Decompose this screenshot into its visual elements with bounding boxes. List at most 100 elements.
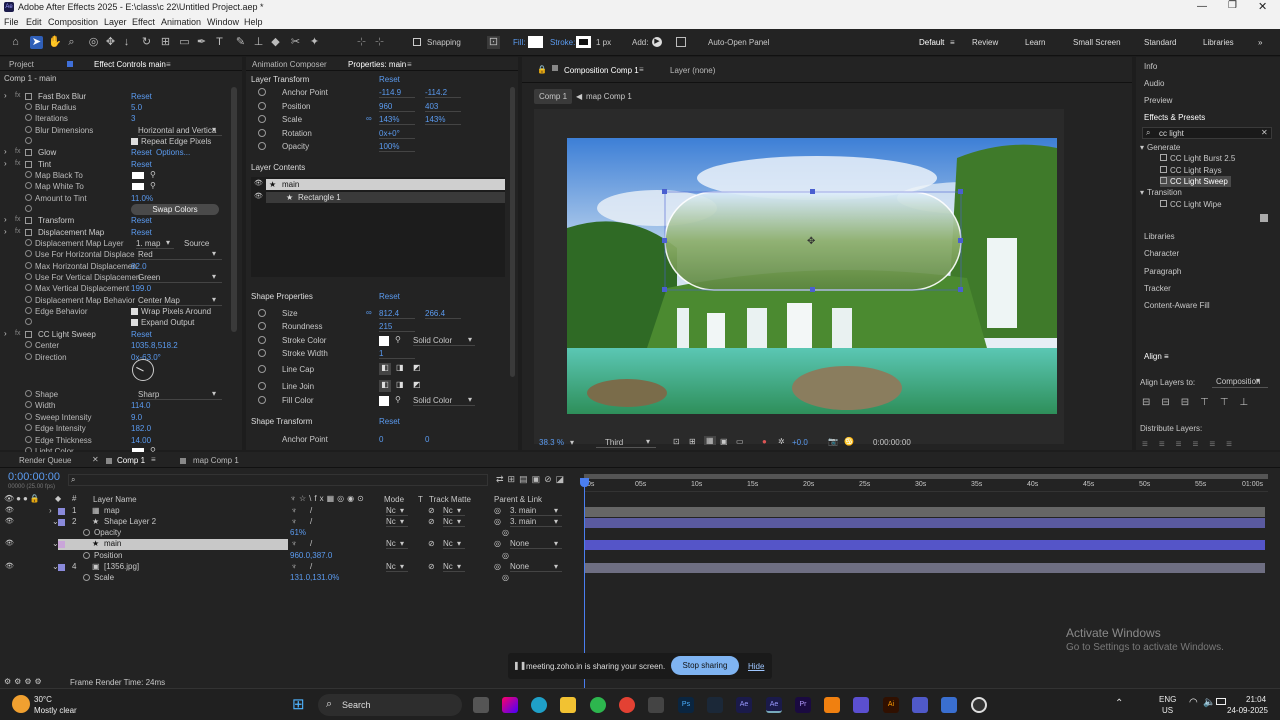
- layer-duration-bar[interactable]: [585, 563, 1265, 573]
- expression-pickwhip-icon[interactable]: ◎: [502, 528, 509, 537]
- fx-icon[interactable]: fx: [15, 228, 23, 235]
- right-panel-item[interactable]: Content-Aware Fill: [1144, 300, 1210, 311]
- shape-anchor-x[interactable]: 0: [379, 434, 383, 445]
- effect-value[interactable]: 5.0: [131, 102, 142, 113]
- effect-value[interactable]: Red: [138, 249, 222, 260]
- layer-duration-bar[interactable]: [585, 518, 1265, 528]
- properties-scrollbar[interactable]: [510, 87, 515, 377]
- stopwatch-icon[interactable]: [25, 436, 32, 443]
- exposure-value[interactable]: +0.0: [792, 438, 808, 447]
- effect-value[interactable]: 114.0: [131, 400, 150, 411]
- zoom-tool-icon[interactable]: ⌕: [65, 36, 78, 49]
- effects-search[interactable]: ⌕ cc light ✕: [1142, 127, 1272, 139]
- stopwatch-icon[interactable]: [258, 396, 266, 404]
- stopwatch-icon[interactable]: [25, 273, 32, 280]
- effect-name[interactable]: Displacement Map Layer: [35, 238, 123, 249]
- stopwatch-icon[interactable]: [258, 101, 266, 110]
- close-icon[interactable]: ✕: [1258, 0, 1267, 13]
- stopwatch-icon[interactable]: [258, 142, 266, 150]
- wifi-icon[interactable]: ◠: [1189, 697, 1198, 708]
- label-color[interactable]: [58, 541, 65, 548]
- menu-edit[interactable]: Edit: [26, 17, 42, 27]
- tab-comp1-timeline[interactable]: Comp 1: [117, 456, 145, 465]
- color-swatch[interactable]: [379, 396, 389, 406]
- stopwatch-icon[interactable]: [258, 309, 266, 317]
- new-preset-icon[interactable]: [1260, 214, 1268, 222]
- label-color[interactable]: [58, 508, 65, 515]
- color-type-dropdown[interactable]: Solid Color: [413, 395, 475, 406]
- timeline-switches[interactable]: ⇄⊞▤▣⊘◪: [496, 474, 574, 486]
- stroke-swatch[interactable]: [576, 36, 591, 48]
- matte-link-icon[interactable]: ⊘: [428, 517, 435, 526]
- transform-prop-x[interactable]: 0x+0°: [379, 128, 415, 139]
- shape-prop-v1[interactable]: 812.4: [379, 308, 415, 319]
- premiere-icon[interactable]: Pr: [795, 697, 811, 713]
- task-view-icon[interactable]: [473, 697, 489, 713]
- transform-prop-y[interactable]: -114.2: [425, 87, 461, 98]
- shape-prop-v1[interactable]: 215: [379, 321, 415, 332]
- fx-icon[interactable]: fx: [15, 216, 23, 223]
- property-value[interactable]: 960.0,387.0: [290, 551, 332, 560]
- photoshop-icon[interactable]: Ps: [678, 697, 694, 713]
- shy-switch-icon[interactable]: ♆: [291, 539, 297, 548]
- effect-value[interactable]: Swap Colors: [131, 204, 219, 215]
- pickwhip-icon[interactable]: ◎: [494, 506, 501, 515]
- stopwatch-icon[interactable]: [25, 137, 32, 144]
- panel-menu-icon[interactable]: ≡: [166, 60, 171, 69]
- stopwatch-icon[interactable]: [25, 284, 32, 291]
- label-color[interactable]: [58, 519, 65, 526]
- effect-value[interactable]: Reset: [131, 91, 152, 102]
- zoom-dropdown-icon[interactable]: ▾: [570, 438, 574, 447]
- effect-value[interactable]: 1035.8,518.2: [131, 340, 178, 351]
- eyedropper-icon[interactable]: ⚲: [150, 181, 156, 190]
- effect-value[interactable]: 11.0%: [131, 193, 153, 204]
- link-icon[interactable]: ∞: [366, 114, 372, 123]
- pickwhip-icon[interactable]: ◎: [494, 517, 501, 526]
- fx-icon[interactable]: fx: [15, 92, 23, 99]
- tray-chevron-icon[interactable]: ⌃: [1115, 698, 1123, 709]
- weather-icon[interactable]: [12, 695, 30, 713]
- stopwatch-icon[interactable]: [25, 171, 32, 178]
- brush-tool-icon[interactable]: ✎: [234, 36, 247, 49]
- effect-value[interactable]: 199.0: [131, 283, 151, 294]
- effect-tree-category[interactable]: ▾ Generate: [1140, 142, 1180, 153]
- tab-properties-main[interactable]: Properties: main: [348, 60, 406, 69]
- line-style-icon[interactable]: ◨: [396, 363, 404, 372]
- visibility-eye-icon[interactable]: 👁: [254, 192, 263, 200]
- checkbox[interactable]: [131, 308, 138, 315]
- matte-link-icon[interactable]: ⊘: [428, 506, 435, 515]
- transform-prop-y[interactable]: 403: [425, 101, 461, 112]
- expression-pickwhip-icon[interactable]: ◎: [502, 551, 509, 560]
- label-color[interactable]: [58, 564, 65, 571]
- stopwatch-icon[interactable]: [25, 103, 32, 110]
- matte-link-icon[interactable]: ⊘: [428, 562, 435, 571]
- color-type-dropdown[interactable]: Solid Color: [413, 335, 475, 346]
- right-panel-item[interactable]: Paragraph: [1144, 266, 1181, 277]
- stopwatch-icon[interactable]: [25, 250, 32, 257]
- app-icon[interactable]: [648, 697, 664, 713]
- visibility-eye-icon[interactable]: 👁: [5, 517, 14, 525]
- mode-dropdown[interactable]: Nc: [386, 539, 408, 549]
- maximize-icon[interactable]: ❐: [1228, 0, 1237, 11]
- effect-name[interactable]: Glow: [38, 147, 56, 158]
- line-style-icon[interactable]: ◧: [379, 380, 391, 392]
- shape-anchor-y[interactable]: 0: [425, 434, 429, 445]
- track-matte-dropdown[interactable]: Nc: [443, 506, 465, 516]
- effect-name[interactable]: Max Vertical Displacement: [35, 283, 129, 294]
- visibility-eye-icon[interactable]: 👁: [5, 539, 14, 547]
- effect-value[interactable]: Reset: [131, 215, 152, 226]
- direction-dial[interactable]: [132, 359, 154, 381]
- link-icon[interactable]: ∞: [366, 308, 372, 317]
- effect-name[interactable]: Edge Thickness: [35, 435, 92, 446]
- app2-icon[interactable]: [941, 697, 957, 713]
- workspace-menu-icon[interactable]: ≡: [950, 38, 955, 47]
- menu-file[interactable]: File: [4, 17, 19, 27]
- shape-properties-reset[interactable]: Reset: [379, 291, 400, 302]
- shy-switch-icon[interactable]: ♆: [291, 506, 297, 515]
- track-matte-dropdown[interactable]: Nc: [443, 517, 465, 527]
- anchor-tool-icon[interactable]: ⊞: [159, 36, 172, 49]
- breadcrumb-comp1[interactable]: Comp 1: [534, 89, 573, 104]
- effect-name[interactable]: CC Light Sweep: [38, 329, 96, 340]
- rotate-tool-icon[interactable]: ↻: [140, 36, 153, 49]
- fill-swatch[interactable]: [528, 36, 543, 48]
